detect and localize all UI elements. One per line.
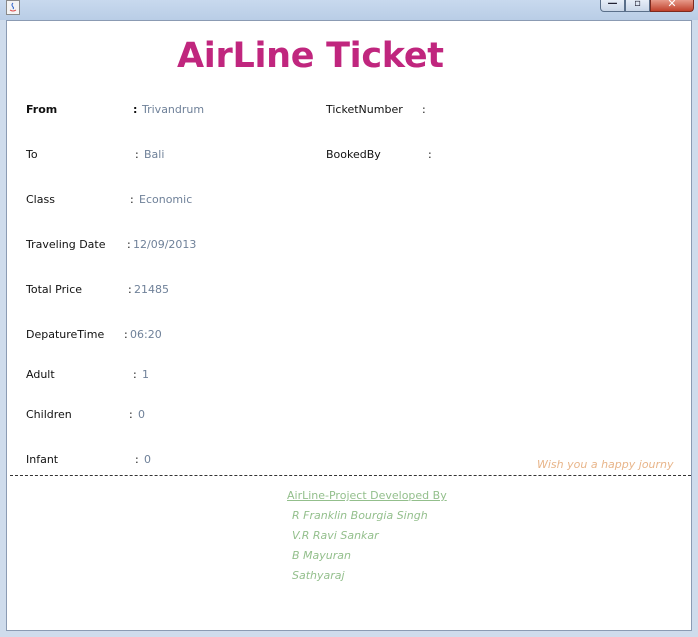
booked-by-colon: : <box>428 148 432 161</box>
wish-message: Wish you a happy journy <box>537 458 674 471</box>
total-price-label: Total Price <box>26 283 83 296</box>
to-colon: : <box>135 148 139 161</box>
ticket-number-label: TicketNumber <box>326 103 403 116</box>
credit-name: V.R Ravi Sankar <box>292 529 379 542</box>
departure-time-value: 06:20 <box>130 328 162 341</box>
maximize-icon: ▫ <box>634 0 641 9</box>
infant-value: 0 <box>144 453 151 466</box>
minimize-button[interactable]: — <box>600 0 625 12</box>
maximize-button[interactable]: ▫ <box>625 0 650 12</box>
java-app-icon[interactable] <box>6 0 20 15</box>
credits-heading-link[interactable]: AirLine-Project Developed By <box>287 489 447 502</box>
page-title: AirLine Ticket <box>177 36 444 76</box>
departure-time-colon: : <box>124 328 128 341</box>
from-label: From <box>26 103 58 116</box>
traveling-date-label: Traveling Date <box>26 238 106 251</box>
credit-name: Sathyaraj <box>292 569 345 582</box>
to-value: Bali <box>144 148 165 161</box>
total-price-colon: : <box>128 283 132 296</box>
booked-by-label: BookedBy <box>326 148 381 161</box>
credit-name: R Franklin Bourgia Singh <box>292 509 428 522</box>
children-colon: : <box>129 408 133 421</box>
adult-value: 1 <box>142 368 149 381</box>
traveling-date-value: 12/09/2013 <box>133 238 197 251</box>
from-value: Trivandrum <box>142 103 205 116</box>
class-label: Class <box>26 193 55 206</box>
credit-name: B Mayuran <box>292 549 351 562</box>
from-colon: : <box>133 103 138 116</box>
total-price-value: 21485 <box>134 283 169 296</box>
departure-time-label: DepatureTime <box>26 328 105 341</box>
close-icon: ✕ <box>667 0 677 10</box>
adult-label: Adult <box>26 368 55 381</box>
close-button[interactable]: ✕ <box>650 0 694 12</box>
traveling-date-colon: : <box>127 238 131 251</box>
children-value: 0 <box>138 408 145 421</box>
to-label: To <box>26 148 38 161</box>
ticket-number-colon: : <box>422 103 426 116</box>
dashed-divider <box>10 475 691 476</box>
window-titlebar[interactable]: — ▫ ✕ <box>0 0 698 20</box>
class-colon: : <box>130 193 134 206</box>
infant-label: Infant <box>26 453 59 466</box>
window-controls: — ▫ ✕ <box>600 0 694 13</box>
class-value: Economic <box>139 193 193 206</box>
children-label: Children <box>26 408 72 421</box>
minimize-icon: — <box>607 0 618 9</box>
adult-colon: : <box>133 368 137 381</box>
infant-colon: : <box>135 453 139 466</box>
